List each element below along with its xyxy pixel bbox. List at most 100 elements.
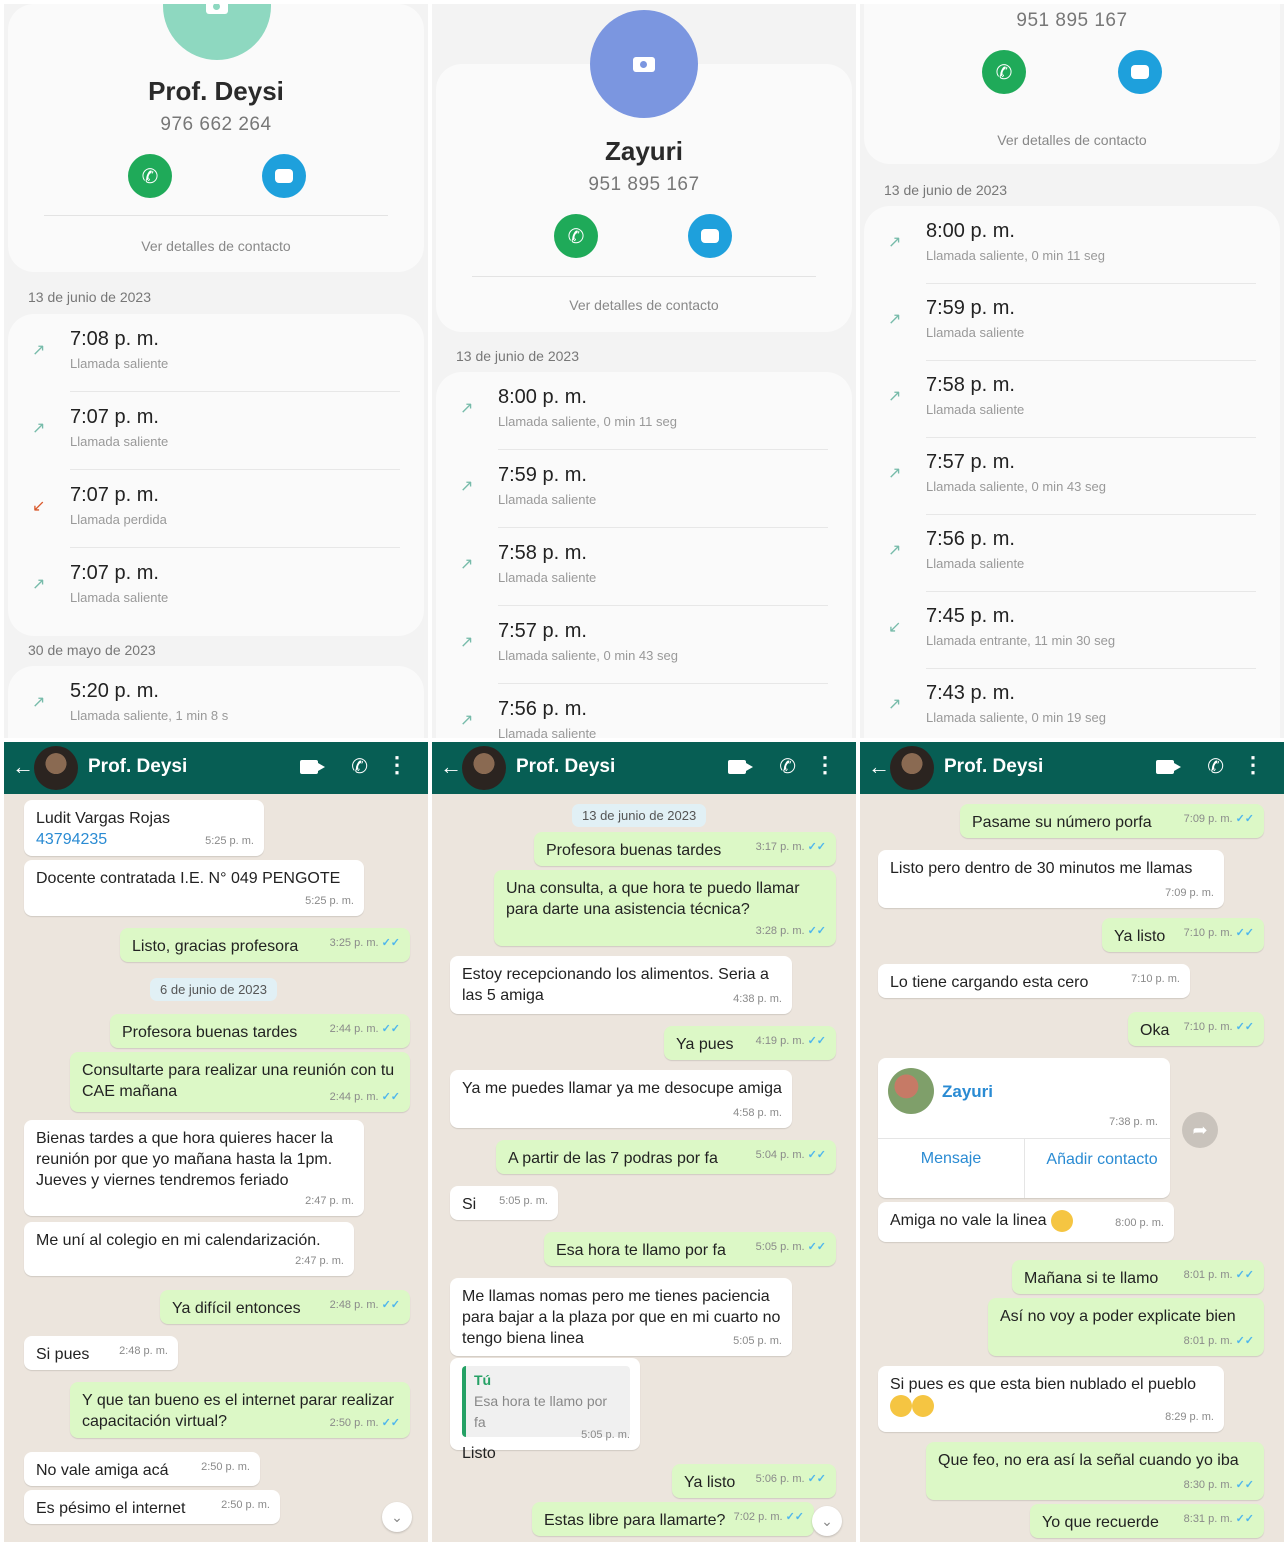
- message-bubble[interactable]: Consultarte para realizar una reunión co…: [70, 1052, 410, 1112]
- call-row[interactable]: ↙ 7:45 p. m. Llamada entrante, 11 min 30 s…: [864, 591, 1280, 669]
- message-bubble[interactable]: Me llamas nomas pero me tienes paciencia…: [450, 1278, 792, 1356]
- back-arrow-icon[interactable]: ←: [12, 754, 34, 780]
- message-bubble[interactable]: Ya me puedes llamar ya me desocupe amiga…: [450, 1070, 792, 1128]
- call-button[interactable]: ✆: [982, 50, 1026, 94]
- message-bubble[interactable]: Profesora buenas tardes 3:17 p. m. ✓✓: [534, 832, 836, 866]
- video-call-icon[interactable]: [728, 760, 753, 774]
- phone-icon[interactable]: ✆: [779, 754, 796, 779]
- call-row[interactable]: ↙ 7:07 p. m. Llamada perdida: [8, 470, 424, 548]
- call-button[interactable]: ✆: [554, 214, 598, 258]
- message-contact-button[interactable]: Mensaje: [878, 1150, 1024, 1168]
- message-bubble[interactable]: Lo tiene cargando esta cero 7:10 p. m.: [878, 964, 1190, 998]
- avatar[interactable]: [890, 746, 934, 790]
- message-bubble[interactable]: Listo, gracias profesora 3:25 p. m. ✓✓: [120, 928, 410, 962]
- add-contact-button[interactable]: Añadir contacto: [1046, 1150, 1158, 1170]
- scroll-down-button[interactable]: ⌄: [382, 1502, 412, 1532]
- call-row[interactable]: ↗ 7:08 p. m. Llamada saliente: [8, 314, 424, 392]
- more-options-icon[interactable]: ⋮: [1242, 752, 1264, 778]
- contact-details-link[interactable]: Ver detalles de contacto: [432, 297, 856, 313]
- call-row[interactable]: ↗ 8:00 p. m. Llamada saliente, 0 min 11 se…: [864, 206, 1280, 284]
- message-bubble[interactable]: Ya pues 4:19 p. m. ✓✓: [664, 1026, 836, 1060]
- message-bubble[interactable]: Bienas tardes a que hora quieres hacer l…: [24, 1120, 364, 1216]
- chat-title[interactable]: Prof. Deysi: [88, 756, 187, 778]
- message-bubble[interactable]: Profesora buenas tardes 2:44 p. m. ✓✓: [110, 1014, 410, 1048]
- message-bubble[interactable]: Esa hora te llamo por fa 5:05 p. m. ✓✓: [544, 1232, 836, 1266]
- message-bubble[interactable]: Si pues 2:48 p. m.: [24, 1336, 178, 1370]
- message-bubble[interactable]: Yo que recuerde 8:31 p. m. ✓✓: [1030, 1504, 1264, 1538]
- message-button[interactable]: [262, 154, 306, 198]
- message-time: 5:05 p. m.: [581, 1429, 630, 1441]
- contact-card-message[interactable]: Zayuri 7:38 p. m. Mensaje Añadir contact…: [878, 1058, 1170, 1198]
- call-row[interactable]: ↗ 8:00 p. m. Llamada saliente, 0 min 11 se…: [436, 372, 852, 450]
- message-bubble[interactable]: No vale amiga acá 2:50 p. m.: [24, 1452, 260, 1486]
- chat-title[interactable]: Prof. Deysi: [516, 756, 615, 778]
- message-time: 4:19 p. m. ✓✓: [755, 1035, 826, 1047]
- avatar[interactable]: [34, 746, 78, 790]
- chat-header: ← Prof. Deysi ✆ ⋮: [860, 742, 1284, 794]
- back-arrow-icon[interactable]: ←: [868, 754, 890, 780]
- call-button[interactable]: ✆: [128, 154, 172, 198]
- message-bubble[interactable]: Ya listo 5:06 p. m. ✓✓: [672, 1464, 836, 1498]
- call-row[interactable]: ↗ 7:59 p. m. Llamada saliente: [436, 450, 852, 528]
- call-row[interactable]: ↗ 7:07 p. m. Llamada saliente: [8, 392, 424, 470]
- message-text: Una consulta, a que hora te puedo llamar…: [506, 880, 800, 918]
- message-bubble[interactable]: Ludit Vargas Rojas 43794235 5:25 p. m.: [24, 800, 264, 856]
- message-bubble[interactable]: Amiga no vale la linea 8:00 p. m.: [878, 1202, 1174, 1242]
- message-bubble[interactable]: Que feo, no era así la señal cuando yo i…: [926, 1442, 1264, 1500]
- message-bubble[interactable]: Ya listo 7:10 p. m. ✓✓: [1102, 918, 1264, 952]
- outgoing-call-icon: ↗: [888, 696, 902, 713]
- call-row[interactable]: ↗ 7:58 p. m. Llamada saliente: [864, 360, 1280, 438]
- more-options-icon[interactable]: ⋮: [814, 752, 836, 778]
- scroll-down-button[interactable]: ⌄: [812, 1506, 842, 1536]
- back-arrow-icon[interactable]: ←: [440, 754, 462, 780]
- message-bubble[interactable]: Me uní al colegio en mi calendarización.…: [24, 1222, 354, 1276]
- outgoing-call-icon: ↗: [888, 234, 902, 251]
- call-row[interactable]: ↗ 5:20 p. m. Llamada saliente, 1 min 8 s: [8, 666, 424, 738]
- call-time: 7:57 p. m.: [498, 620, 587, 642]
- message-bubble[interactable]: Docente contratada I.E. N° 049 PENGOTE 5:…: [24, 860, 364, 916]
- message-bubble[interactable]: Una consulta, a que hora te puedo llamar…: [494, 870, 836, 946]
- video-call-icon[interactable]: [1156, 760, 1181, 774]
- call-row[interactable]: ↗ 7:56 p. m. Llamada saliente: [864, 514, 1280, 592]
- message-button[interactable]: [688, 214, 732, 258]
- double-check-icon: ✓✓: [381, 1299, 400, 1311]
- contact-avatar[interactable]: [163, 4, 271, 60]
- contact-avatar[interactable]: [590, 10, 698, 118]
- message-bubble[interactable]: Y que tan bueno es el internet parar rea…: [70, 1382, 410, 1438]
- double-check-icon: ✓✓: [1235, 813, 1254, 825]
- avatar[interactable]: [462, 746, 506, 790]
- more-options-icon[interactable]: ⋮: [386, 752, 408, 778]
- message-bubble[interactable]: Pasame su número porfa 7:09 p. m. ✓✓: [960, 804, 1264, 838]
- call-row[interactable]: ↗ 7:57 p. m. Llamada saliente, 0 min 43 se…: [436, 606, 852, 684]
- call-row[interactable]: ↗ 7:58 p. m. Llamada saliente: [436, 528, 852, 606]
- call-row[interactable]: ↗ 7:56 p. m. Llamada saliente: [436, 684, 852, 738]
- message-bubble[interactable]: Así no voy a poder explicate bien 8:01 p.…: [988, 1298, 1264, 1356]
- video-call-icon[interactable]: [300, 760, 325, 774]
- call-time: 7:56 p. m.: [926, 528, 1015, 550]
- message-button[interactable]: [1118, 50, 1162, 94]
- message-bubble[interactable]: Estas libre para llamarte? 7:02 p. m. ✓✓: [532, 1502, 814, 1536]
- message-bubble[interactable]: Si pues es que esta bien nublado el pueb…: [878, 1366, 1224, 1432]
- forward-button[interactable]: ➦: [1182, 1112, 1218, 1148]
- phone-icon[interactable]: ✆: [351, 754, 368, 779]
- message-bubble[interactable]: Oka 7:10 p. m. ✓✓: [1128, 1012, 1264, 1046]
- message-bubble[interactable]: A partir de las 7 podras por fa 5:04 p. m…: [496, 1140, 836, 1174]
- call-row[interactable]: ↗ 7:59 p. m. Llamada saliente: [864, 283, 1280, 361]
- double-check-icon: ✓✓: [1235, 1021, 1254, 1033]
- phone-icon[interactable]: ✆: [1207, 754, 1224, 779]
- message-bubble[interactable]: Si 5:05 p. m.: [450, 1186, 558, 1220]
- message-bubble[interactable]: Es pésimo el internet 2:50 p. m.: [24, 1490, 280, 1524]
- contact-details-link[interactable]: Ver detalles de contacto: [8, 238, 424, 254]
- call-row[interactable]: ↗ 7:57 p. m. Llamada saliente, 0 min 43 se…: [864, 437, 1280, 515]
- message-bubble[interactable]: Estoy recepcionando los alimentos. Seria…: [450, 956, 792, 1014]
- contact-details-link[interactable]: Ver detalles de contacto: [860, 132, 1284, 148]
- call-log-panel-zayuri-scrolled: 951 895 167 ✆ Ver detalles de contacto 1…: [860, 4, 1284, 738]
- message-bubble[interactable]: Ya difícil entonces 2:48 p. m. ✓✓: [160, 1290, 410, 1324]
- chat-title[interactable]: Prof. Deysi: [944, 756, 1043, 778]
- call-row[interactable]: ↗ 7:07 p. m. Llamada saliente: [8, 548, 424, 626]
- call-type: Llamada saliente: [926, 325, 1025, 340]
- call-row[interactable]: ↗ 7:43 p. m. Llamada saliente, 0 min 19 se…: [864, 668, 1280, 738]
- message-bubble[interactable]: Listo pero dentro de 30 minutos me llama…: [878, 850, 1224, 908]
- message-bubble[interactable]: Tú Esa hora te llamo por fa Listo 5:05 p. …: [450, 1358, 640, 1462]
- message-bubble[interactable]: Mañana si te llamo 8:01 p. m. ✓✓: [1012, 1260, 1264, 1294]
